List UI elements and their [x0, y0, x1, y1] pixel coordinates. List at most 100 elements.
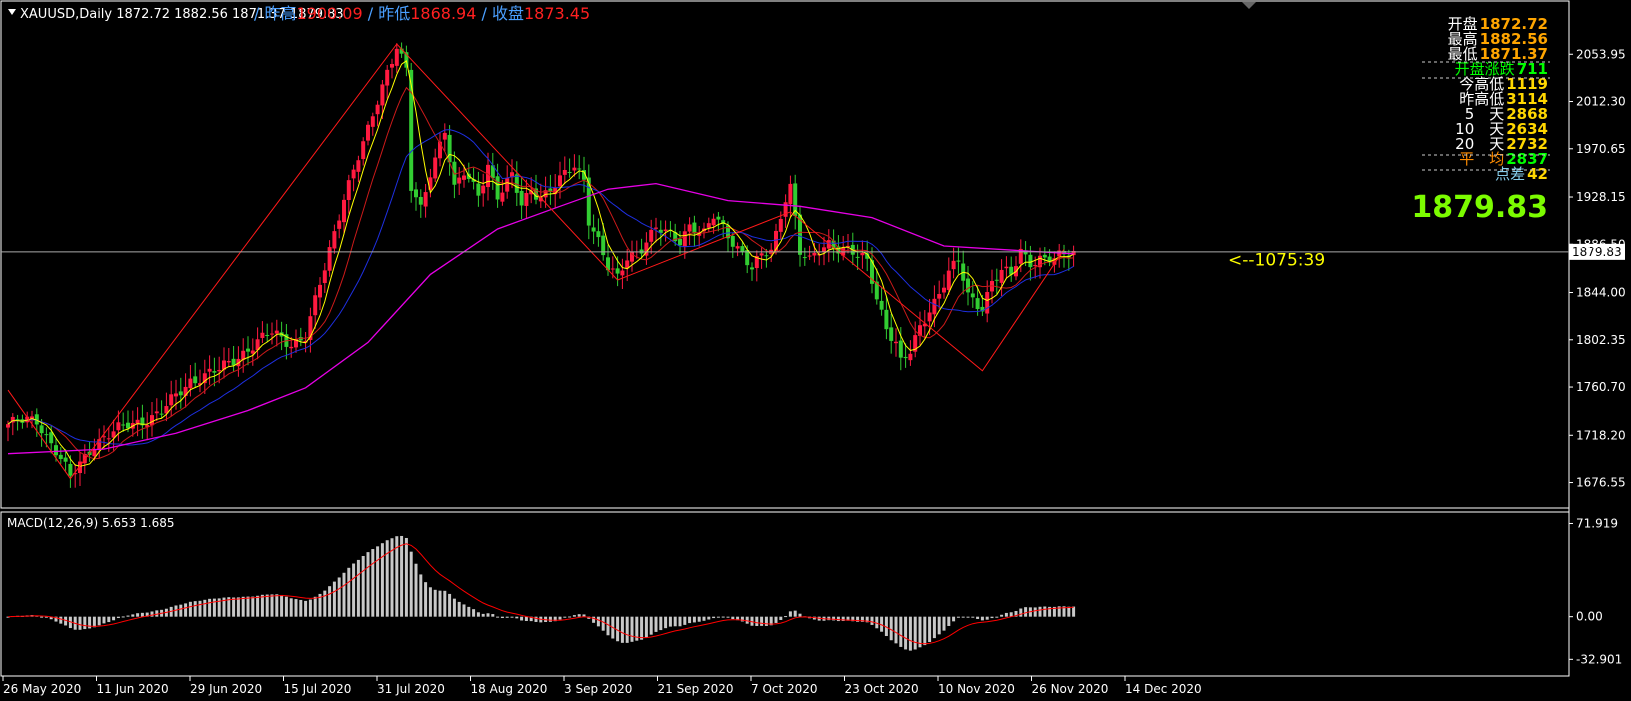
candle	[831, 229, 836, 261]
macd-bar	[913, 616, 917, 650]
price-tick-label: 1844.00	[1576, 286, 1626, 300]
candle	[524, 179, 529, 218]
price-tick-label: 1928.15	[1576, 190, 1626, 204]
macd-bar	[640, 616, 644, 640]
macd-bar	[112, 616, 116, 621]
macd-bar	[236, 597, 240, 617]
macd-bar	[404, 537, 408, 617]
macd-bar	[59, 616, 63, 624]
chart-canvas[interactable]: 1879.83 <--1075:39 XAUUSD,Daily 1872.72 …	[0, 0, 1631, 701]
macd-bar	[121, 616, 125, 618]
macd-bar	[515, 616, 519, 619]
candle-body	[346, 180, 351, 201]
price-tick-label: 1886.50	[1576, 237, 1626, 251]
candle	[318, 277, 322, 311]
candle-body	[966, 278, 970, 293]
macd-bar	[702, 616, 706, 621]
candle-body	[154, 411, 159, 414]
candle	[908, 340, 913, 366]
candle-body	[620, 270, 625, 276]
macd-bar	[961, 616, 965, 618]
candle	[298, 327, 303, 347]
macd-bar	[630, 616, 634, 642]
macd-bar	[505, 616, 509, 618]
candle-body	[812, 252, 817, 256]
candle-body	[366, 124, 370, 141]
macd-bar	[308, 599, 312, 617]
chart-shift-marker-icon[interactable]	[1242, 2, 1256, 9]
macd-bar	[755, 616, 759, 627]
candle-body	[687, 224, 692, 232]
macd-bar	[904, 616, 908, 650]
candle	[193, 362, 198, 388]
candle-body	[558, 175, 562, 187]
candle-body	[649, 229, 654, 242]
candle-body	[212, 371, 217, 373]
date-tick-label: 10 Nov 2020	[938, 682, 1015, 696]
macd-bar	[179, 604, 183, 617]
date-tick-label: 18 Aug 2020	[471, 682, 548, 696]
candle	[346, 174, 351, 214]
macd-bar	[568, 616, 572, 618]
candle	[294, 329, 298, 353]
symbol-dropdown-icon[interactable]	[8, 9, 16, 15]
candle	[942, 274, 946, 299]
candle	[15, 414, 20, 431]
candle	[620, 258, 625, 289]
prev-close-label: / 收盘	[476, 4, 524, 23]
macd-bar	[601, 616, 605, 631]
candle-body	[567, 171, 572, 173]
macd-bar	[342, 572, 346, 617]
macd-bar	[337, 577, 341, 617]
candle	[169, 380, 174, 417]
macd-bar	[625, 616, 629, 643]
candle-body	[462, 175, 466, 180]
candle	[418, 189, 423, 218]
candle-body	[860, 252, 865, 256]
macd-bar	[870, 616, 874, 625]
candle-body	[68, 463, 73, 476]
macd-bar	[203, 599, 207, 617]
candle-body	[716, 216, 721, 220]
candle	[154, 398, 159, 422]
macd-bar	[558, 616, 562, 620]
macd-bar	[1038, 606, 1042, 617]
macd-bar	[966, 616, 970, 618]
macd-bar	[380, 543, 384, 617]
candle-body	[903, 356, 908, 359]
prev-low-label: / 昨低	[363, 4, 411, 23]
macd-bar	[793, 610, 797, 617]
candle-body	[932, 298, 937, 315]
candle-body	[562, 169, 567, 175]
candle	[433, 148, 438, 183]
macd-bar	[1019, 608, 1023, 617]
candle	[423, 183, 428, 218]
macd-bar	[481, 613, 485, 617]
candle-body	[927, 312, 932, 322]
candle	[438, 132, 442, 167]
macd-bar	[116, 616, 120, 619]
candle	[879, 287, 884, 316]
candle	[1004, 256, 1009, 280]
candle	[577, 155, 582, 180]
macd-bar	[323, 590, 327, 617]
macd-bar	[745, 616, 749, 624]
candle-body	[49, 432, 54, 444]
candle-body	[759, 253, 764, 256]
macd-tick-label: -32.901	[1576, 652, 1622, 666]
candle-body	[822, 247, 826, 253]
macd-bar	[208, 598, 212, 617]
macd-bar	[889, 616, 893, 641]
macd-bar	[467, 606, 471, 617]
candle	[356, 155, 361, 183]
macd-bar	[596, 616, 600, 627]
macd-bar	[520, 616, 524, 621]
macd-bar	[668, 616, 672, 627]
macd-bar	[332, 581, 336, 617]
candle-body	[188, 378, 193, 389]
macd-bar	[664, 616, 668, 629]
candle-body	[505, 178, 510, 192]
macd-bar	[1024, 607, 1028, 617]
ma-slow-line	[7, 129, 1074, 446]
macd-bar	[40, 616, 44, 618]
